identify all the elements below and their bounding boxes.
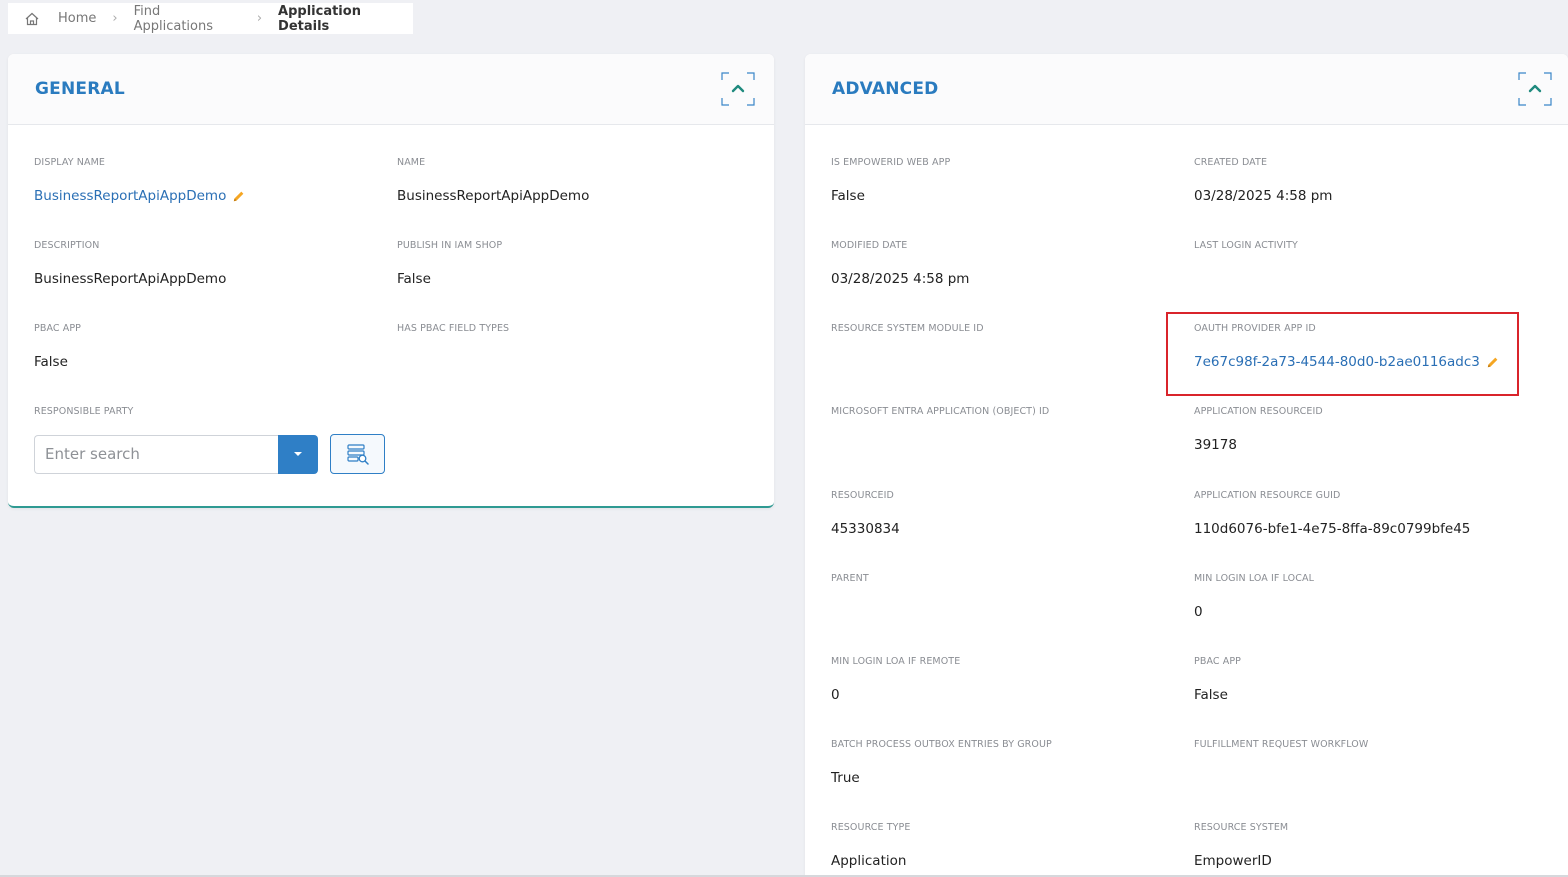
field-resource-system: RESOURCE SYSTEM EmpowerID [1194, 822, 1288, 869]
field-label: MICROSOFT ENTRA APPLICATION (OBJECT) ID [831, 406, 1050, 417]
advanced-panel: ADVANCED IS EMPOWERID WEB APP False CREA… [805, 54, 1568, 877]
responsible-party-input[interactable] [34, 434, 278, 474]
general-panel: GENERAL DISPLAY NAME BusinessReportApiAp… [8, 54, 774, 508]
breadcrumb-home[interactable] [24, 11, 40, 27]
responsible-party-lookup-button[interactable] [330, 434, 385, 474]
highlight-box [1166, 312, 1519, 396]
field-fulfillment-request-workflow: FULFILLMENT REQUEST WORKFLOW [1194, 739, 1368, 770]
home-icon [25, 12, 39, 25]
field-parent: PARENT [831, 573, 869, 604]
field-label: MIN LOGIN LOA IF REMOTE [831, 656, 961, 667]
field-label: APPLICATION RESOURCEID [1194, 406, 1323, 417]
field-label: IS EMPOWERID WEB APP [831, 157, 951, 168]
field-value: 0 [831, 687, 840, 703]
chevron-up-icon [721, 72, 755, 106]
field-responsible-party: RESPONSIBLE PARTY [34, 406, 133, 417]
field-min-login-loa-if-remote: MIN LOGIN LOA IF REMOTE 0 [831, 656, 960, 703]
field-value: 39178 [1194, 437, 1237, 453]
field-resource-type: RESOURCE TYPE Application [831, 822, 911, 869]
breadcrumb: Home › Find Applications › Application D… [8, 3, 413, 34]
collapse-general-button[interactable] [721, 72, 755, 106]
field-label: APPLICATION RESOURCE GUID [1194, 490, 1341, 501]
field-has-pbac-field-types: HAS PBAC FIELD TYPES [397, 323, 509, 354]
general-panel-header: GENERAL [8, 54, 774, 125]
field-created-date: CREATED DATE 03/28/2025 4:58 pm [1194, 157, 1332, 204]
field-value: EmpowerID [1194, 853, 1272, 869]
advanced-panel-header: ADVANCED [805, 54, 1568, 125]
field-label: CREATED DATE [1194, 157, 1268, 168]
field-label: MODIFIED DATE [831, 240, 908, 251]
breadcrumb-find-applications[interactable]: Find Applications [134, 4, 241, 34]
field-label: DISPLAY NAME [34, 157, 105, 168]
field-resourceid: RESOURCEID 45330834 [831, 490, 900, 537]
field-value: False [34, 354, 68, 370]
breadcrumb-application-details: Application Details [278, 3, 361, 34]
field-value: 45330834 [831, 521, 900, 537]
field-label: RESOURCE SYSTEM [1194, 822, 1289, 833]
field-publish-in-iam-shop: PUBLISH IN IAM SHOP False [397, 240, 502, 287]
field-label: PBAC APP [34, 323, 81, 334]
field-label: PUBLISH IN IAM SHOP [397, 240, 503, 251]
field-label: HAS PBAC FIELD TYPES [397, 323, 510, 334]
field-application-resource-guid: APPLICATION RESOURCE GUID 110d6076-bfe1-… [1194, 490, 1470, 537]
field-batch-process-outbox: BATCH PROCESS OUTBOX ENTRIES BY GROUP Tr… [831, 739, 1052, 786]
field-modified-date: MODIFIED DATE 03/28/2025 4:58 pm [831, 240, 969, 287]
field-value: 0 [1194, 604, 1203, 620]
chevron-right-icon: › [112, 11, 118, 26]
field-description: DESCRIPTION BusinessReportApiAppDemo [34, 240, 226, 287]
field-min-login-loa-if-local: MIN LOGIN LOA IF LOCAL 0 [1194, 573, 1314, 620]
responsible-party-search [34, 434, 385, 474]
responsible-party-dropdown-button[interactable] [278, 434, 318, 474]
field-value: 110d6076-bfe1-4e75-8ffa-89c0799bfe45 [1194, 521, 1471, 537]
field-display-name: DISPLAY NAME BusinessReportApiAppDemo [34, 157, 246, 204]
field-value: False [831, 188, 865, 204]
field-label: RESOURCE TYPE [831, 822, 911, 833]
chevron-right-icon: › [256, 11, 263, 26]
field-label: RESOURCE SYSTEM MODULE ID [831, 323, 984, 334]
field-label: RESPONSIBLE PARTY [34, 406, 134, 417]
field-label: LAST LOGIN ACTIVITY [1194, 240, 1298, 251]
field-value: BusinessReportApiAppDemo [34, 188, 246, 204]
field-is-empowerid-web-app: IS EMPOWERID WEB APP False [831, 157, 950, 204]
field-value: False [397, 271, 431, 287]
display-name-link[interactable]: BusinessReportApiAppDemo [34, 188, 226, 204]
breadcrumb-home-link[interactable]: Home [58, 11, 96, 26]
field-pbac-app-advanced: PBAC APP False [1194, 656, 1241, 703]
field-value: 03/28/2025 4:58 pm [1194, 188, 1333, 204]
field-label: MIN LOGIN LOA IF LOCAL [1194, 573, 1314, 584]
field-application-resourceid: APPLICATION RESOURCEID 39178 [1194, 406, 1323, 453]
field-value: BusinessReportApiAppDemo [397, 188, 590, 204]
field-last-login-activity: LAST LOGIN ACTIVITY [1194, 240, 1298, 271]
field-label: BATCH PROCESS OUTBOX ENTRIES BY GROUP [831, 739, 1052, 750]
field-label: PBAC APP [1194, 656, 1241, 667]
collapse-advanced-button[interactable] [1518, 72, 1552, 106]
field-value: True [831, 770, 860, 786]
chevron-up-icon [1518, 72, 1552, 106]
field-label: PARENT [831, 573, 869, 584]
field-label: NAME [397, 157, 426, 168]
field-resource-system-module-id: RESOURCE SYSTEM MODULE ID [831, 323, 984, 354]
advanced-panel-title: ADVANCED [832, 79, 939, 99]
field-value: 03/28/2025 4:58 pm [831, 271, 970, 287]
pencil-icon[interactable] [231, 189, 246, 204]
general-panel-title: GENERAL [35, 79, 125, 99]
field-name: NAME BusinessReportApiAppDemo [397, 157, 589, 204]
field-value: Application [831, 853, 907, 869]
field-entra-object-id: MICROSOFT ENTRA APPLICATION (OBJECT) ID [831, 406, 1049, 437]
field-label: RESOURCEID [831, 490, 894, 501]
field-label: FULFILLMENT REQUEST WORKFLOW [1194, 739, 1369, 750]
field-label: DESCRIPTION [34, 240, 100, 251]
field-pbac-app: PBAC APP False [34, 323, 81, 370]
caret-down-icon [294, 452, 302, 456]
field-value: BusinessReportApiAppDemo [34, 271, 227, 287]
list-search-icon [346, 444, 369, 465]
field-value: False [1194, 687, 1228, 703]
